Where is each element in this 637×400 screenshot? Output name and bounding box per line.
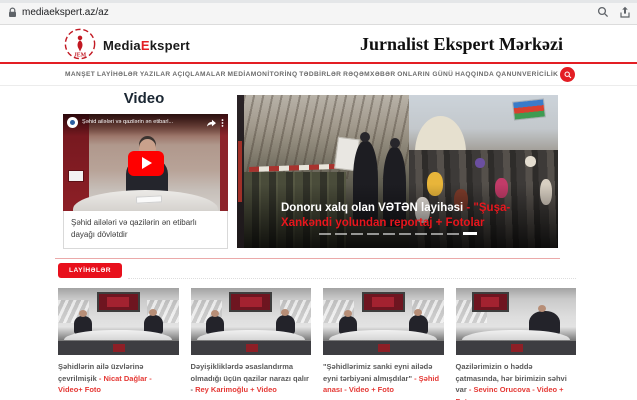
- nav-item-qanunvericilik[interactable]: QANUNVERİCİLİK: [496, 71, 558, 78]
- main-nav: MANŞET LAYİHƏLƏR YAZILAR AÇIQLAMALAR MED…: [0, 62, 637, 86]
- card-caption[interactable]: "Şəhidlərimiz sanki eyni ailədə eyni tər…: [323, 361, 444, 396]
- card-thumbnail[interactable]: [456, 288, 577, 355]
- carousel-dots: [237, 225, 558, 243]
- card-caption[interactable]: Qazilərimizin o həddə çatmasında, hər bi…: [456, 361, 577, 400]
- nav-item-aciqlamalar[interactable]: AÇIQLAMALAR: [172, 71, 225, 78]
- projects-card-grid: Şəhidlərin ailə üzvlərinə çevrilmişik - …: [58, 288, 576, 400]
- page: mediaekspert.az/az JEM MediaEkspert Jurn…: [0, 0, 637, 400]
- project-card[interactable]: "Şəhidlərimiz sanki eyni ailədə eyni tər…: [323, 288, 444, 400]
- card-caption[interactable]: Dəyişikliklərdə əsaslandırma olmadığı üç…: [191, 361, 312, 396]
- section-divider: [55, 258, 560, 259]
- video-player[interactable]: Şəhid ailələri və qazilərin ən etibarl..…: [63, 114, 228, 211]
- section-dotted-line: [128, 278, 576, 279]
- site-logo[interactable]: JEM: [63, 27, 97, 61]
- card-thumbnail[interactable]: [191, 288, 312, 355]
- nav-item-manset[interactable]: MANŞET: [65, 71, 95, 78]
- play-icon: [142, 157, 152, 169]
- kebab-menu-icon[interactable]: [221, 118, 224, 128]
- play-button[interactable]: [128, 151, 164, 176]
- site-title: Jurnalist Ekspert Mərkəzi: [360, 34, 563, 55]
- address-url[interactable]: mediaekspert.az/az: [22, 0, 109, 25]
- carousel-dash[interactable]: [431, 233, 443, 235]
- nav-item-layiheler[interactable]: LAYİHƏLƏR: [97, 71, 138, 78]
- carousel-dash[interactable]: [319, 233, 331, 235]
- share-icon[interactable]: [619, 6, 631, 18]
- zoom-icon[interactable]: [597, 6, 609, 18]
- video-title-overlay: Şəhid ailələri və qazilərin ən etibarl..…: [63, 114, 228, 136]
- video-section-heading: Video: [58, 90, 230, 107]
- carousel-dash[interactable]: [447, 233, 459, 235]
- project-card[interactable]: Dəyişikliklərdə əsaslandırma olmadığı üç…: [191, 288, 312, 400]
- brand-name[interactable]: MediaEkspert: [103, 38, 190, 53]
- carousel-dash[interactable]: [383, 233, 395, 235]
- nav-item-yazilar[interactable]: YAZILAR: [140, 71, 171, 78]
- project-card[interactable]: Şəhidlərin ailə üzvlərinə çevrilmişik - …: [58, 288, 179, 400]
- carousel-dash[interactable]: [399, 233, 411, 235]
- carousel-dash[interactable]: [351, 233, 363, 235]
- carousel-dash[interactable]: [415, 233, 427, 235]
- nav-item-reqemxeber[interactable]: RƏQƏMXƏBƏR: [343, 71, 395, 78]
- project-card[interactable]: Qazilərimizin o həddə çatmasında, hər bi…: [456, 288, 577, 400]
- card-thumbnail[interactable]: [323, 288, 444, 355]
- card-caption[interactable]: Şəhidlərin ailə üzvlərinə çevrilmişik - …: [58, 361, 179, 396]
- video-title[interactable]: Şəhid ailələri və qazilərin ən etibarl..…: [82, 117, 202, 128]
- carousel-dash[interactable]: [463, 232, 477, 235]
- video-share-icon[interactable]: [206, 118, 217, 127]
- search-button[interactable]: [560, 67, 575, 82]
- channel-avatar[interactable]: [67, 117, 78, 128]
- nav-item-haqqinda[interactable]: HAQQINDA: [455, 71, 494, 78]
- nav-item-onlarin-gunu[interactable]: ONLARIN GÜNÜ: [397, 71, 453, 78]
- projects-section-badge[interactable]: LAYİHƏLƏR: [58, 263, 122, 278]
- search-icon: [564, 71, 572, 79]
- azerbaijan-flag: [513, 99, 545, 119]
- nav-item-mediamonitorinq[interactable]: MEDİAMONİTORİNQ: [228, 71, 298, 78]
- logo-acronym: JEM: [74, 52, 87, 58]
- card-thumbnail[interactable]: [58, 288, 179, 355]
- browser-address-bar[interactable]: mediaekspert.az/az: [0, 0, 637, 25]
- lock-icon[interactable]: [8, 7, 17, 18]
- carousel-dash[interactable]: [335, 233, 347, 235]
- carousel-dash[interactable]: [367, 233, 379, 235]
- nav-item-tedbirler[interactable]: TƏDBİRLƏR: [299, 71, 341, 78]
- video-caption[interactable]: Şəhid ailələri və qazilərin ən etibarlı …: [63, 211, 228, 249]
- featured-carousel[interactable]: Donoru xalq olan VƏTƏN layihəsi - "Şuşa-…: [237, 95, 558, 248]
